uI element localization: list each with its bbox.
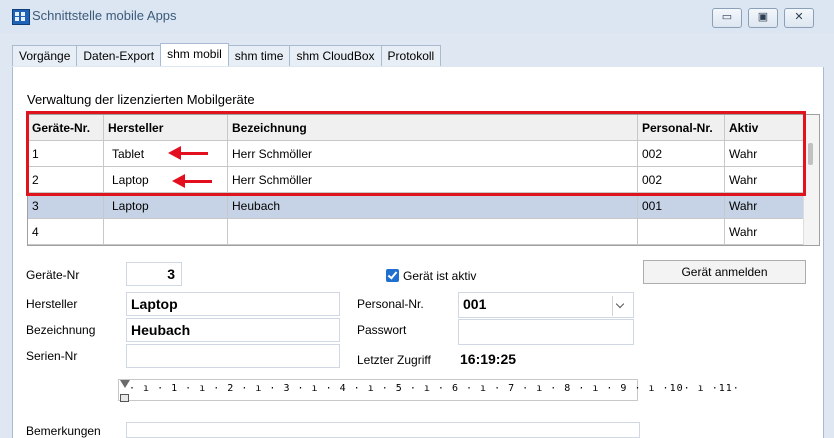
geraet-anmelden-button[interactable]: Gerät anmelden [643,260,806,284]
table-cell[interactable] [104,219,228,245]
geraete-nr-label: Geräte-Nr [26,268,80,282]
table-cell[interactable] [228,219,638,245]
table-cell[interactable]: Heubach [228,193,638,219]
section-title: Verwaltung der lizenzierten Mobilgeräte [27,92,255,107]
personal-nr-label: Personal-Nr. [357,297,424,311]
bemerkungen-label: Bemerkungen [26,424,101,438]
tab-protokoll[interactable]: Protokoll [380,45,442,66]
geraete-nr-field[interactable]: 3 [126,262,182,286]
aktiv-label: Gerät ist aktiv [403,269,477,283]
bezeichnung-field[interactable]: Heubach [126,318,340,342]
chevron-down-icon[interactable] [612,296,630,316]
red-arrow-icon [172,174,212,188]
tab-vorgaenge[interactable]: Vorgänge [12,45,78,66]
table-cell[interactable]: Laptop [104,193,228,219]
table-cell[interactable]: Wahr [725,219,804,245]
hersteller-label: Hersteller [26,297,78,311]
letzter-zugriff-value: 16:19:25 [460,351,517,367]
bezeichnung-label: Bezeichnung [26,323,96,337]
indent-marker-icon[interactable] [120,380,130,388]
red-arrow-icon [168,146,208,160]
table-cell[interactable]: 3 [28,193,104,219]
ruler-scale: · ı · 1 · ı · 2 · ı · 3 · ı · 4 · ı · 5 … [129,383,740,394]
letzter-zugriff-label: Letzter Zugriff [357,353,431,367]
table-row-selected[interactable]: 3 Laptop Heubach 001 Wahr [28,193,804,219]
tab-shm-mobil[interactable]: shm mobil [160,43,229,66]
tab-shm-cloudbox[interactable]: shm CloudBox [289,45,382,66]
minimize-button[interactable]: ▭ [712,8,742,28]
app-icon [12,9,30,25]
table-cell[interactable]: 001 [638,193,725,219]
personal-nr-value: 001 [463,296,487,312]
serien-nr-label: Serien-Nr [26,349,78,363]
aktiv-checkbox[interactable] [386,269,399,282]
hersteller-field[interactable]: Laptop [126,292,340,316]
maximize-icon: ▣ [757,11,769,23]
indent-marker-bottom-icon[interactable] [120,394,129,402]
text-ruler[interactable]: · ı · 1 · ı · 2 · ı · 3 · ı · 4 · ı · 5 … [118,379,739,401]
bemerkungen-field[interactable] [126,422,640,438]
table-row[interactable]: 4 Wahr [28,219,804,245]
close-icon: ✕ [794,11,804,23]
app-window: Schnittstelle mobile Apps ▭ ▣ ✕ Vorgänge… [0,0,834,438]
highlight-box [26,111,806,196]
table-cell[interactable]: 4 [28,219,104,245]
tab-strip: Vorgänge Daten-Export shm mobil shm time… [12,43,442,68]
tab-bar: Vorgänge Daten-Export shm mobil shm time… [0,33,834,68]
tab-shm-time[interactable]: shm time [227,45,291,66]
scrollbar-thumb[interactable] [808,143,813,165]
maximize-button[interactable]: ▣ [748,8,778,28]
passwort-field[interactable] [458,319,634,345]
table-cell[interactable]: Wahr [725,193,804,219]
tab-daten-export[interactable]: Daten-Export [76,45,162,66]
minimize-icon: ▭ [721,11,733,23]
serien-nr-field[interactable] [126,344,340,368]
personal-nr-select[interactable]: 001 [458,292,634,318]
passwort-label: Passwort [357,323,407,337]
table-cell[interactable] [638,219,725,245]
window-title: Schnittstelle mobile Apps [32,8,177,23]
close-button[interactable]: ✕ [784,8,814,28]
title-bar: Schnittstelle mobile Apps ▭ ▣ ✕ [0,0,834,34]
